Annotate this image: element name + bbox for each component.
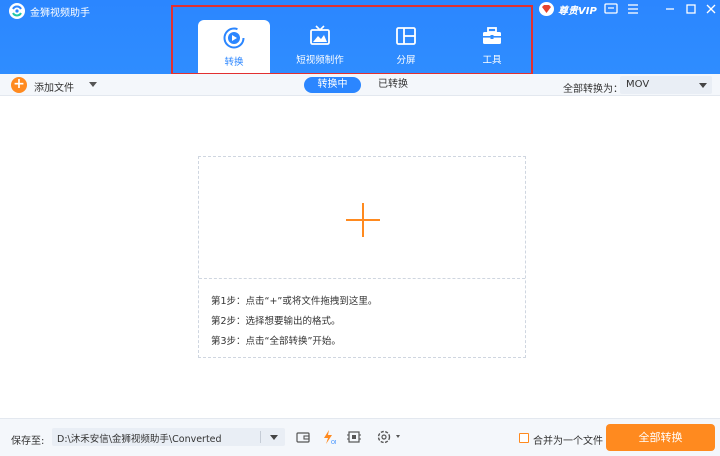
output-path-field[interactable]: D:\沐禾安信\金狮视频助手\Converted xyxy=(52,428,285,446)
merge-label: 合并为一个文件 xyxy=(533,436,603,447)
svg-text:ON: ON xyxy=(331,440,336,445)
footer-bar: 保存至: D:\沐禾安信\金狮视频助手\Converted ON 合并为一个文件… xyxy=(0,418,720,456)
file-drop-zone[interactable]: 第1步：点击“+”或将文件拖拽到这里。 第2步：选择想要输出的格式。 第3步：点… xyxy=(198,156,526,358)
merge-checkbox[interactable] xyxy=(519,433,529,443)
hardware-acceleration-icon[interactable]: ON xyxy=(320,429,339,446)
close-button[interactable] xyxy=(703,1,719,17)
step-2: 第2步：选择想要输出的格式。 xyxy=(211,316,341,327)
app-title: 金狮视频助手 xyxy=(30,8,90,19)
menu-icon[interactable] xyxy=(625,1,641,17)
gpu-acceleration-icon[interactable] xyxy=(346,429,362,445)
title-bar: 金狮视频助手 转换 短视频制作 分屏 工具 尊贵VIP xyxy=(0,0,720,75)
tab-converted[interactable]: 已转换 xyxy=(378,77,418,93)
add-icon: + xyxy=(11,77,27,93)
output-format-select[interactable]: MOV xyxy=(620,76,712,94)
open-folder-icon[interactable] xyxy=(295,429,311,445)
app-logo-icon xyxy=(9,3,25,19)
settings-icon[interactable] xyxy=(376,429,406,445)
maximize-button[interactable] xyxy=(683,1,699,17)
tab-converting[interactable]: 转换中 xyxy=(304,77,361,93)
toolbar: + 添加文件 转换中 已转换 全部转换为： MOV xyxy=(0,74,720,96)
chevron-down-icon[interactable] xyxy=(89,82,97,87)
add-plus-icon-vertical[interactable] xyxy=(362,203,364,237)
output-path-value: D:\沐禾安信\金狮视频助手\Converted xyxy=(57,434,222,445)
step-1: 第1步：点击“+”或将文件拖拽到这里。 xyxy=(211,296,378,307)
minimize-button[interactable] xyxy=(662,1,678,17)
save-to-label: 保存至: xyxy=(11,436,45,447)
divider xyxy=(199,278,525,279)
vip-label: 尊贵VIP xyxy=(558,6,597,17)
convert-all-to-label: 全部转换为： xyxy=(563,84,623,95)
convert-all-button[interactable]: 全部转换 xyxy=(606,424,715,451)
feedback-icon[interactable] xyxy=(603,1,619,17)
highlight-box xyxy=(171,5,533,74)
chevron-down-icon xyxy=(699,83,707,88)
divider xyxy=(260,431,261,443)
add-file-label: 添加文件 xyxy=(34,83,74,94)
format-value: MOV xyxy=(626,79,650,90)
chevron-down-icon[interactable] xyxy=(270,435,278,440)
vip-diamond-icon xyxy=(539,2,554,16)
step-3: 第3步：点击“全部转换”开始。 xyxy=(211,336,341,347)
